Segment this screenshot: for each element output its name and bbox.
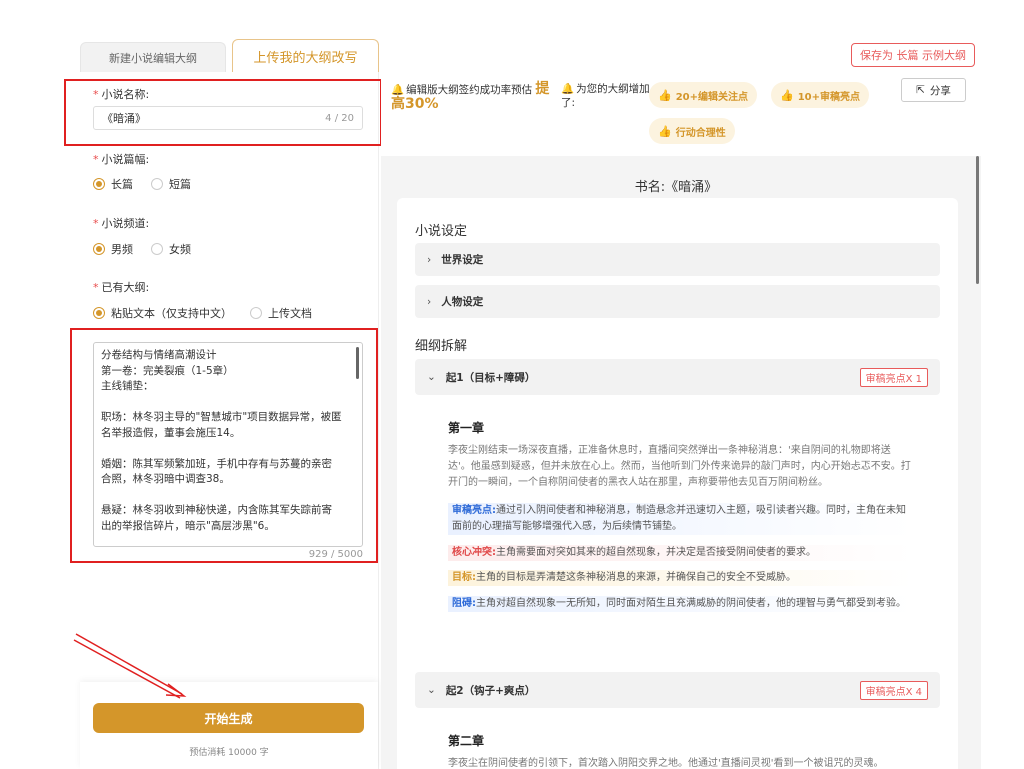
content-scrollbar[interactable] [976,156,979,284]
success-rate-text: 🔔 编辑版大纲签约成功率预估 提高30% [391,81,550,112]
outline-source-radio-group: 粘贴文本（仅支持中文） 上传文档 [93,305,330,321]
chevron-right-icon: › [427,253,432,266]
chapter-1-obstacle: 阻碍:主角对超自然现象一无所知，同时面对陌生且充满威胁的阴间使者，他的理智与勇气… [448,596,913,612]
radio-dot [93,178,105,190]
save-as-example-button[interactable]: 保存为 长篇 示例大纲 [851,43,975,67]
review-highlight-badge: 审稿亮点X 1 [859,367,928,387]
tab-new-outline[interactable]: 新建小说编辑大纲 [80,42,226,72]
chip-editor-focus: 👍 20+编辑关注点 [649,82,757,108]
chip-action-reasonable: 👍 行动合理性 [649,118,735,144]
section-1-collapse[interactable]: ⌄ 起1（目标+障碍） 审稿亮点X 1 [415,359,940,395]
radio-paste-text[interactable]: 粘贴文本（仅支持中文） [93,305,232,321]
radio-short[interactable]: 短篇 [151,176,191,192]
chapter-2-body: 李夜尘在阴间使者的引领下，首次踏入阴阳交界之地。他通过'直播间灵视'看到一个被诅… [448,758,884,769]
radio-female[interactable]: 女频 [151,241,191,257]
channel-label: * 小说频道: [93,217,150,230]
existing-outline-label: * 已有大纲: [93,281,150,294]
radio-long[interactable]: 长篇 [93,176,133,192]
annotation-box-outline [70,328,378,563]
estimated-cost: 预估消耗 10000 字 [189,748,269,758]
start-generate-button[interactable]: 开始生成 [93,703,364,733]
radio-dot [151,178,163,190]
annotation-arrow-icon [73,633,187,699]
chevron-down-icon: ⌄ [427,371,436,383]
chapter-1-goal: 目标:主角的目标是弄清楚这条神秘消息的来源，并确保自己的安全不受威胁。 [448,570,913,586]
chapter-1-conflict: 核心冲突:主角需要面对突如其来的超自然现象，并决定是否接受阴间使者的要求。 [448,545,913,561]
radio-dot [151,243,163,255]
radio-upload-doc[interactable]: 上传文档 [250,305,312,321]
added-text: 🔔 为您的大纲增加了: [561,83,650,109]
radio-dot [93,243,105,255]
chevron-down-icon: ⌄ [427,684,436,696]
thumbs-up-icon: 👍 [658,124,672,138]
length-radio-group: 长篇 短篇 [93,176,209,192]
review-highlight-badge: 审稿亮点X 4 [859,680,928,700]
annotation-box-name [64,79,382,146]
length-label: * 小说篇幅: [93,153,150,166]
radio-dot [250,307,262,319]
settings-title: 小说设定 [415,224,468,239]
radio-male[interactable]: 男频 [93,241,133,257]
result-card: 小说设定 › 世界设定 › 人物设定 细纲拆解 ⌄ 起1（目标+障碍） 审稿亮点X 1… [397,198,958,769]
thumbs-up-icon: 👍 [780,88,794,102]
outline-stats-header: 🔔 编辑版大纲签约成功率预估 提高30% 🔔 为您的大纲增加了: 👍 20+编辑关注点… [381,72,981,156]
chip-review-highlights: 👍 10+审稿亮点 [771,82,869,108]
outline-result-panel: 书名:《暗涌》 小说设定 › 世界设定 › 人物设定 细纲拆解 ⌄ 起1（目标+障碍）… [381,156,981,769]
thumbs-up-icon: 👍 [658,88,672,102]
bell-icon: 🔔 [391,84,405,96]
chapter-1-body: 李夜尘刚结束一场深夜直播，正准备休息时，直播间突然弹出一条神秘消息：'来自阴间的… [448,445,911,488]
share-icon: ⇱ [916,84,925,96]
character-setting-collapse[interactable]: › 人物设定 [415,285,940,318]
chapter-1-highlight: 审稿亮点:通过引入阴间使者和神秘消息，制造悬念并迅速切入主题，吸引读者兴趣。同时… [448,503,913,535]
bell-icon: 🔔 [561,83,575,95]
share-button[interactable]: ⇱ 分享 [901,78,966,102]
channel-radio-group: 男频 女频 [93,241,209,257]
chapter-1-title: 第一章 [448,421,485,435]
world-setting-collapse[interactable]: › 世界设定 [415,243,940,276]
tab-upload-outline[interactable]: 上传我的大纲改写 [232,39,379,72]
breakdown-title: 细纲拆解 [415,339,468,354]
section-2-collapse[interactable]: ⌄ 起2（钩子+爽点） 审稿亮点X 4 [415,672,940,708]
book-title: 书名:《暗涌》 [634,180,718,195]
chapter-2-title: 第二章 [448,734,485,748]
radio-dot [93,307,105,319]
chevron-right-icon: › [427,295,432,308]
